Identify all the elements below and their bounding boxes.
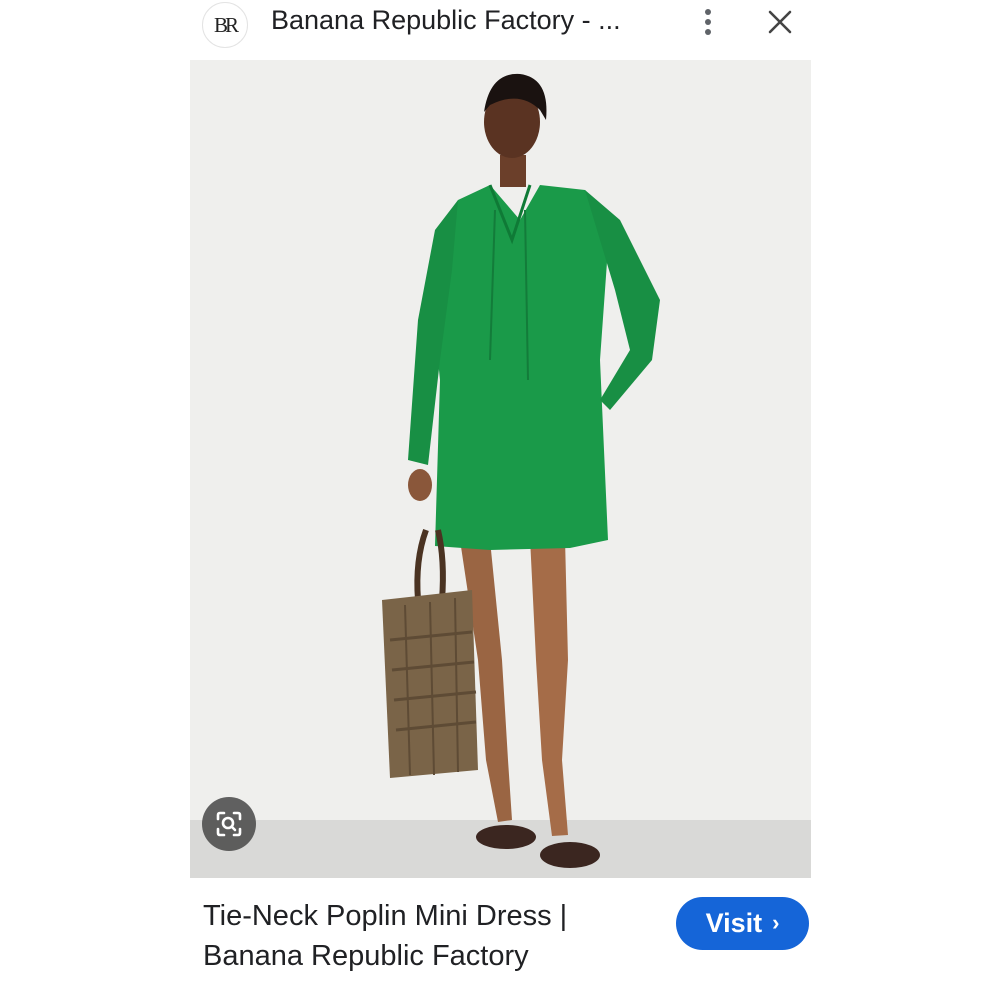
result-header: BR Banana Republic Factory - ... [0, 0, 1000, 56]
lens-icon [216, 811, 242, 837]
lens-search-button[interactable] [202, 797, 256, 851]
chevron-right-icon: › [772, 909, 780, 935]
product-title[interactable]: Tie-Neck Poplin Mini Dress | Banana Repu… [203, 896, 643, 976]
more-vertical-icon [705, 9, 711, 35]
visit-button-label: Visit [705, 908, 763, 938]
site-title[interactable]: Banana Republic Factory - ... [271, 5, 621, 36]
more-options-button[interactable] [692, 4, 724, 40]
close-icon [768, 10, 792, 34]
site-logo-text: BR [213, 12, 239, 37]
product-image[interactable] [190, 60, 811, 878]
product-photo [190, 60, 811, 878]
site-logo: BR [202, 2, 248, 48]
visit-button[interactable]: Visit › [676, 897, 809, 950]
close-button[interactable] [762, 4, 798, 40]
